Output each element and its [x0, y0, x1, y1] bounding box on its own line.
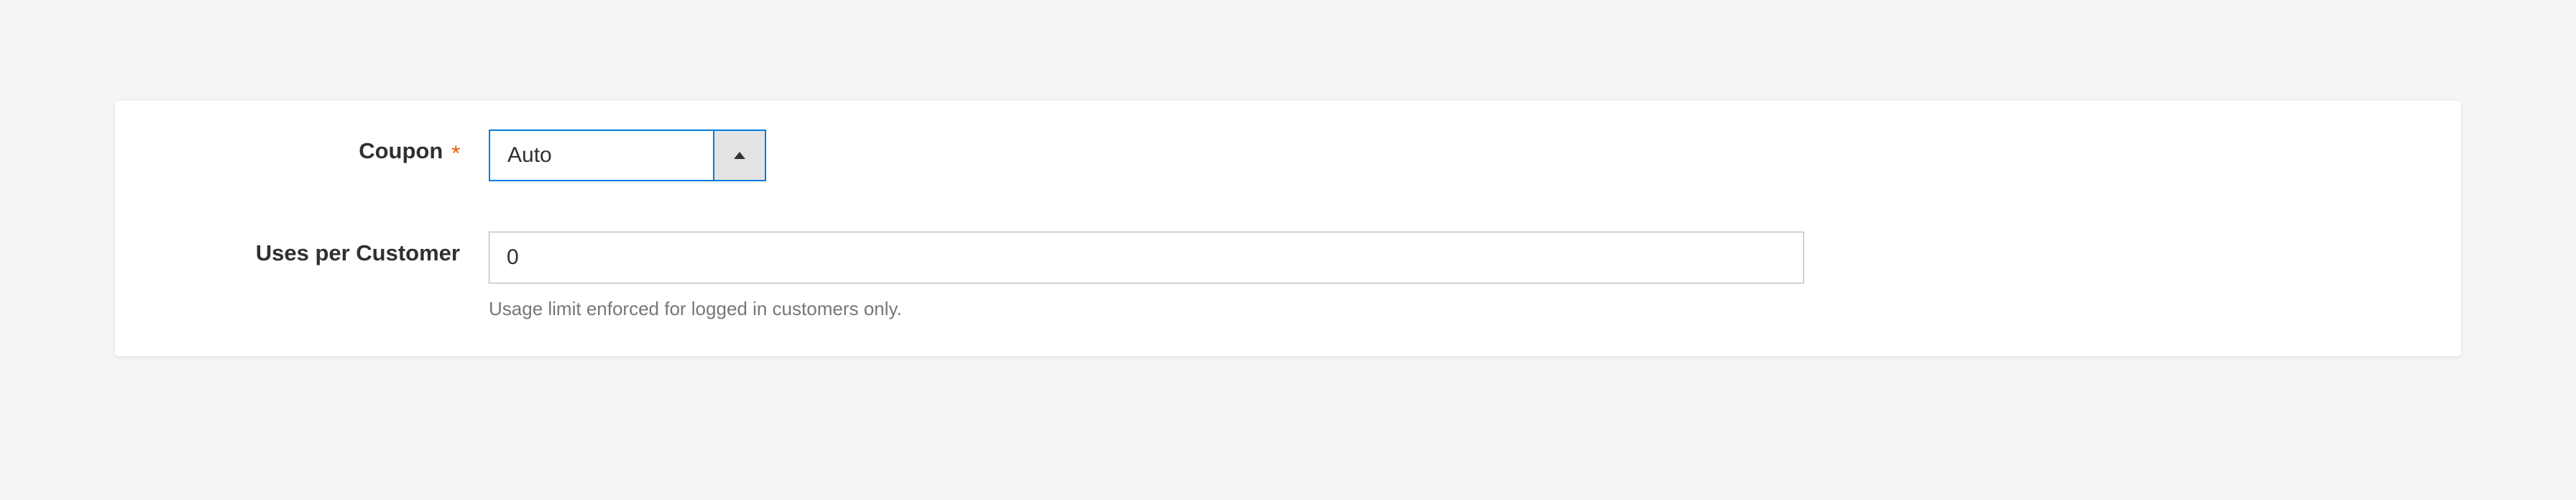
coupon-label: Coupon	[359, 138, 443, 164]
required-asterisk: *	[451, 143, 460, 165]
coupon-label-col: Coupon *	[151, 129, 489, 164]
uses-per-customer-label-col: Uses per Customer	[151, 232, 489, 266]
uses-per-customer-input[interactable]	[489, 232, 1804, 283]
uses-per-customer-field-col: Usage limit enforced for logged in custo…	[489, 232, 2425, 320]
uses-per-customer-label: Uses per Customer	[256, 240, 460, 266]
coupon-field-col: Auto	[489, 129, 2425, 181]
coupon-select[interactable]: Auto	[489, 129, 766, 181]
coupon-row: Coupon * Auto	[151, 129, 2425, 181]
coupon-select-value: Auto	[490, 131, 713, 180]
form-panel: Coupon * Auto Uses per Customer Usage li…	[115, 101, 2461, 356]
uses-per-customer-row: Uses per Customer Usage limit enforced f…	[151, 232, 2425, 320]
coupon-select-toggle[interactable]	[713, 131, 765, 180]
chevron-up-icon	[732, 150, 747, 160]
uses-per-customer-help: Usage limit enforced for logged in custo…	[489, 298, 2425, 320]
